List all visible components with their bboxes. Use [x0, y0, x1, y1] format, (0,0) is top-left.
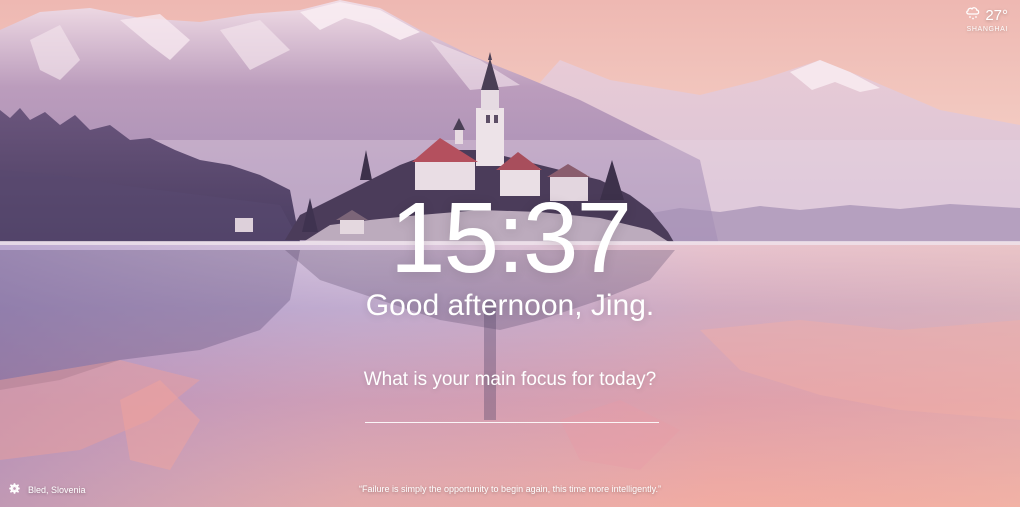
- weather-temperature: 27°: [985, 6, 1008, 24]
- greeting-message: Good afternoon, Jing.: [365, 289, 655, 322]
- daily-quote[interactable]: “Failure is simply the opportunity to be…: [0, 484, 1020, 494]
- weather-location: SHANGHAI: [966, 26, 1008, 33]
- weather-widget[interactable]: 27° SHANGHAI: [965, 6, 1008, 33]
- new-tab-page: 27° SHANGHAI 15:37 Good afternoon, Jing.…: [0, 0, 1020, 507]
- clock-time[interactable]: 15:37: [0, 178, 1020, 298]
- cloud-snow-icon: [965, 6, 981, 25]
- focus-prompt: What is your main focus for today?: [363, 369, 657, 390]
- focus-input[interactable]: [365, 400, 659, 423]
